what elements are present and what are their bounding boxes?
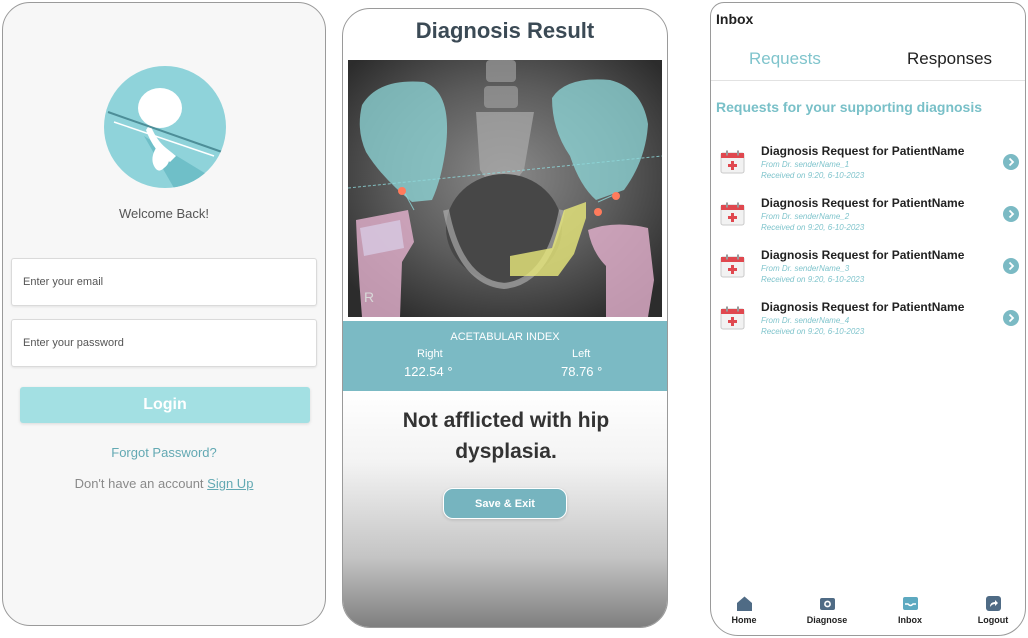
right-label: Right bbox=[417, 348, 443, 360]
result-summary: Not afflicted with hip dysplasia. Save &… bbox=[343, 391, 667, 627]
chevron-right-icon[interactable] bbox=[1003, 206, 1019, 222]
save-exit-button[interactable]: Save & Exit bbox=[443, 488, 567, 519]
tab-responses[interactable]: Responses bbox=[907, 49, 992, 69]
no-account-text: Don't have an account bbox=[74, 476, 204, 491]
acetabular-index-title: ACETABULAR INDEX bbox=[450, 331, 560, 343]
nav-label: Logout bbox=[977, 615, 1009, 625]
tab-requests[interactable]: Requests bbox=[749, 49, 821, 69]
xray-side-marker: R bbox=[364, 289, 374, 305]
nav-inbox[interactable]: Inbox bbox=[880, 595, 940, 625]
signup-link[interactable]: Sign Up bbox=[207, 476, 253, 491]
chevron-right-icon[interactable] bbox=[1003, 154, 1019, 170]
nav-home[interactable]: Home bbox=[714, 595, 774, 625]
page-title: Diagnosis Result bbox=[415, 18, 595, 43]
request-sender: From Dr. senderName_1 bbox=[761, 160, 850, 169]
request-received-time: Received on 9:20, 6-10-2023 bbox=[761, 327, 865, 336]
left-angle-value: 78.76 ° bbox=[561, 364, 603, 379]
request-received-time: Received on 9:20, 6-10-2023 bbox=[761, 275, 865, 284]
request-received-time: Received on 9:20, 6-10-2023 bbox=[761, 223, 865, 232]
logout-icon bbox=[985, 596, 1001, 611]
welcome-text: Welcome Back! bbox=[118, 206, 210, 221]
login-button[interactable]: Login bbox=[20, 387, 310, 423]
login-screen: Welcome Back! Login Forgot Password? Don… bbox=[2, 2, 326, 626]
request-sender: From Dr. senderName_2 bbox=[761, 212, 850, 221]
page-title: Inbox bbox=[716, 11, 754, 27]
home-icon bbox=[736, 596, 752, 611]
request-title: Diagnosis Request for PatientName bbox=[761, 248, 965, 262]
request-title: Diagnosis Request for PatientName bbox=[761, 300, 965, 314]
calendar-icon bbox=[720, 254, 745, 278]
forgot-password-link[interactable]: Forgot Password? bbox=[3, 445, 325, 460]
password-input[interactable] bbox=[12, 320, 316, 366]
request-list: Diagnosis Request for PatientName From D… bbox=[711, 141, 1025, 349]
chevron-right-icon[interactable] bbox=[1003, 258, 1019, 274]
calendar-icon bbox=[720, 306, 745, 330]
nav-label: Inbox bbox=[898, 615, 922, 625]
request-sender: From Dr. senderName_3 bbox=[761, 264, 850, 273]
calendar-icon bbox=[720, 150, 745, 174]
inbox-screen: Inbox Requests Responses Requests for yo… bbox=[710, 2, 1026, 636]
camera-icon bbox=[819, 598, 835, 610]
email-input[interactable] bbox=[12, 259, 316, 305]
calendar-icon bbox=[720, 202, 745, 226]
list-item[interactable]: Diagnosis Request for PatientName From D… bbox=[711, 193, 1025, 245]
request-received-time: Received on 9:20, 6-10-2023 bbox=[761, 171, 865, 180]
diagnosis-result-screen: Diagnosis Result R ACETABULAR INDEX Righ… bbox=[342, 8, 668, 628]
nav-label: Home bbox=[731, 615, 757, 625]
request-sender: From Dr. senderName_4 bbox=[761, 316, 850, 325]
diagnosis-verdict: Not afflicted with hip dysplasia. bbox=[402, 409, 610, 463]
bottom-nav: Home Diagnose Inbox Logout bbox=[711, 591, 1025, 635]
left-label: Left bbox=[572, 348, 591, 360]
request-title: Diagnosis Request for PatientName bbox=[761, 144, 965, 158]
xray-image: R bbox=[348, 60, 662, 317]
inbox-tabs: Requests Responses bbox=[711, 43, 1025, 81]
list-item[interactable]: Diagnosis Request for PatientName From D… bbox=[711, 245, 1025, 297]
list-item[interactable]: Diagnosis Request for PatientName From D… bbox=[711, 297, 1025, 349]
acetabular-index-panel: ACETABULAR INDEX Right Left 122.54 ° 78.… bbox=[343, 321, 667, 391]
section-title: Requests for your supporting diagnosis bbox=[716, 99, 983, 115]
email-field[interactable] bbox=[11, 258, 317, 306]
chevron-right-icon[interactable] bbox=[1003, 310, 1019, 326]
nav-diagnose[interactable]: Diagnose bbox=[797, 595, 857, 625]
nav-logout[interactable]: Logout bbox=[963, 595, 1023, 625]
password-field[interactable] bbox=[11, 319, 317, 367]
nav-label: Diagnose bbox=[806, 615, 848, 625]
signup-prompt: Don't have an account Sign Up bbox=[3, 476, 325, 491]
app-logo bbox=[104, 66, 226, 188]
inbox-icon bbox=[902, 597, 918, 610]
right-angle-value: 122.54 ° bbox=[404, 364, 453, 379]
list-item[interactable]: Diagnosis Request for PatientName From D… bbox=[711, 141, 1025, 193]
request-title: Diagnosis Request for PatientName bbox=[761, 196, 965, 210]
